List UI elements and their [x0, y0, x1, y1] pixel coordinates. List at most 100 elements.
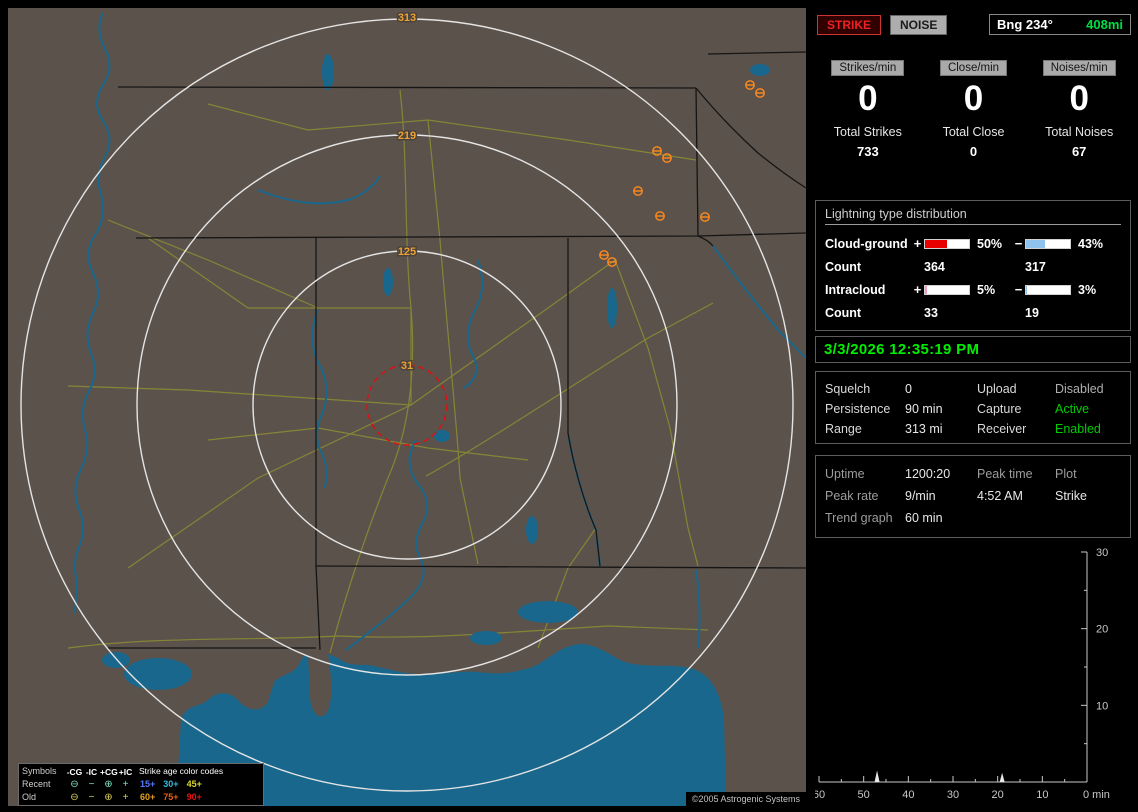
noises-column: Noises/min 0 Total Noises 67 — [1026, 60, 1132, 159]
peak-rate-label: Peak rate — [825, 489, 879, 503]
svg-text:50: 50 — [858, 789, 870, 801]
noises-per-min-label: Noises/min — [1042, 60, 1116, 76]
recent-pos-ic-icon: + — [122, 778, 129, 790]
capture-value: Active — [1055, 402, 1090, 416]
close-per-min-value: 0 — [963, 79, 984, 118]
ic-plus-count: 33 — [924, 305, 938, 320]
clock-panel: 3/3/2026 12:35:19 PM — [815, 336, 1131, 363]
ic-minus-pct: 3% — [1078, 282, 1097, 297]
legend-col-neg-cg: -CG — [66, 766, 83, 777]
persistence-label: Persistence — [825, 402, 891, 416]
cg-plus-count: 364 — [924, 259, 945, 274]
ring-label-31: 31 — [401, 360, 413, 372]
plot-label: Plot — [1055, 467, 1077, 481]
session-panel: Uptime 1200:20 Peak time Plot Peak rate … — [815, 455, 1131, 538]
peak-rate-value: 9/min — [905, 489, 936, 503]
legend-symbols-label: Symbols — [22, 766, 57, 776]
legend-col-neg-ic: -IC — [85, 766, 98, 777]
upload-value: Disabled — [1055, 382, 1104, 396]
svg-text:30: 30 — [1096, 547, 1108, 559]
ic-plus-bar — [924, 284, 970, 295]
strikes-per-min-label: Strikes/min — [831, 60, 905, 76]
intracloud-row: Intracloud + 5% − 3% — [825, 278, 1121, 301]
squelch-value: 0 — [905, 382, 912, 396]
ring-label-313: 313 — [398, 12, 416, 24]
close-per-min-label: Close/min — [939, 60, 1008, 76]
total-noises-value: 67 — [1071, 144, 1087, 159]
lightning-distribution-panel: Lightning type distribution Cloud-ground… — [815, 200, 1131, 331]
trend-spike — [999, 772, 1005, 782]
distribution-title: Lightning type distribution — [825, 207, 1121, 225]
cg-plus-bar — [924, 238, 970, 249]
status-panel: Squelch 0 Upload Disabled Persistence 90… — [815, 371, 1131, 444]
total-close-value: 0 — [969, 144, 978, 159]
age-codes-title: Strike age color codes — [139, 766, 224, 776]
cloud-ground-row: Cloud-ground + 50% − 43% — [825, 232, 1121, 255]
svg-text:10: 10 — [1096, 700, 1108, 712]
intracloud-count-row: Count 33 19 — [825, 301, 1121, 324]
old-pos-ic-icon: + — [122, 791, 129, 803]
age-90: 90+ — [186, 792, 202, 802]
session-row: Peak rate 9/min 4:52 AM Strike — [825, 485, 1121, 507]
copyright-text: ©2005 Astrogenic Systems — [685, 792, 806, 806]
mode-toolbar: STRIKE NOISE Bng 234° 408mi — [817, 14, 1131, 35]
range-label: Range — [825, 422, 862, 436]
cg-plus-pct: 50% — [977, 236, 1003, 251]
noise-mode-button[interactable]: NOISE — [890, 14, 948, 35]
recent-age-codes: 15+ 30+ 45+ — [134, 778, 260, 791]
recent-label: Recent — [22, 779, 51, 789]
strikes-per-min-value: 0 — [858, 79, 878, 118]
noises-per-min-value: 0 — [1069, 79, 1089, 118]
bearing-distance: 408mi — [1086, 17, 1123, 32]
trend-spike — [874, 770, 880, 782]
age-60: 60+ — [140, 792, 156, 802]
recent-pos-cg-icon: ⊕ — [104, 778, 113, 790]
trend-graph: 30 20 10 60 50 40 30 20 10 0 min — [813, 544, 1132, 810]
old-pos-cg-icon: ⊕ — [104, 791, 113, 803]
upload-label: Upload — [977, 382, 1017, 396]
age-15: 15+ — [140, 779, 156, 789]
datetime-display: 3/3/2026 12:35:19 PM — [824, 341, 980, 358]
strike-map[interactable]: 313 219 125 31 Symbols -CG -IC +CG +IC S… — [8, 8, 809, 806]
ic-minus-count: 19 — [1025, 305, 1039, 320]
uptime-value: 1200:20 — [905, 467, 951, 481]
strike-mode-button[interactable]: STRIKE — [817, 14, 882, 35]
total-noises-label: Total Noises — [1045, 125, 1114, 139]
recent-neg-ic-icon: − — [88, 778, 95, 790]
ic-plus-pct: 5% — [977, 282, 996, 297]
cloud-ground-count-row: Count 364 317 — [825, 255, 1121, 278]
intracloud-label: Intracloud — [825, 282, 886, 297]
bearing-label: Bng 234° — [997, 17, 1053, 32]
status-row: Range 313 mi Receiver Enabled — [825, 419, 1121, 439]
capture-label: Capture — [977, 402, 1022, 416]
strike-legend: Symbols -CG -IC +CG +IC Strike age color… — [18, 763, 264, 806]
ring-label-219: 219 — [398, 130, 416, 142]
app-window: 313 219 125 31 Symbols -CG -IC +CG +IC S… — [0, 0, 1138, 812]
legend-col-pos-cg: +CG — [100, 766, 118, 777]
cg-minus-pct: 43% — [1078, 236, 1104, 251]
plus-sign: + — [913, 236, 922, 251]
peak-time-label: Peak time — [977, 467, 1033, 481]
legend-recent-row: Recent ⊖ − ⊕ + 15+ 30+ 45+ — [22, 778, 260, 791]
receiver-label: Receiver — [977, 422, 1027, 436]
cloud-ground-label: Cloud-ground — [825, 236, 908, 251]
legend-header-row: Symbols -CG -IC +CG +IC Strike age color… — [22, 765, 260, 778]
minus-sign: − — [1014, 282, 1023, 297]
bearing-display: Bng 234° 408mi — [989, 14, 1131, 35]
plus-sign: + — [913, 282, 922, 297]
close-column: Close/min 0 Total Close 0 — [921, 60, 1027, 159]
recent-neg-cg-icon: ⊖ — [70, 778, 79, 790]
svg-text:60: 60 — [815, 789, 825, 801]
count-label: Count — [825, 259, 862, 274]
legend-col-pos-ic: +IC — [118, 766, 133, 777]
total-strikes-value: 733 — [856, 144, 879, 159]
ring-label-125: 125 — [398, 246, 416, 258]
receiver-value: Enabled — [1055, 422, 1101, 436]
old-label: Old — [22, 792, 37, 802]
legend-old-row: Old ⊖ − ⊕ + 60+ 75+ 90+ — [22, 791, 260, 804]
map-canvas[interactable]: 313 219 125 31 — [8, 8, 809, 806]
svg-text:0 min: 0 min — [1083, 789, 1110, 801]
svg-text:10: 10 — [1036, 789, 1048, 801]
age-45: 45+ — [186, 779, 202, 789]
svg-text:40: 40 — [902, 789, 914, 801]
